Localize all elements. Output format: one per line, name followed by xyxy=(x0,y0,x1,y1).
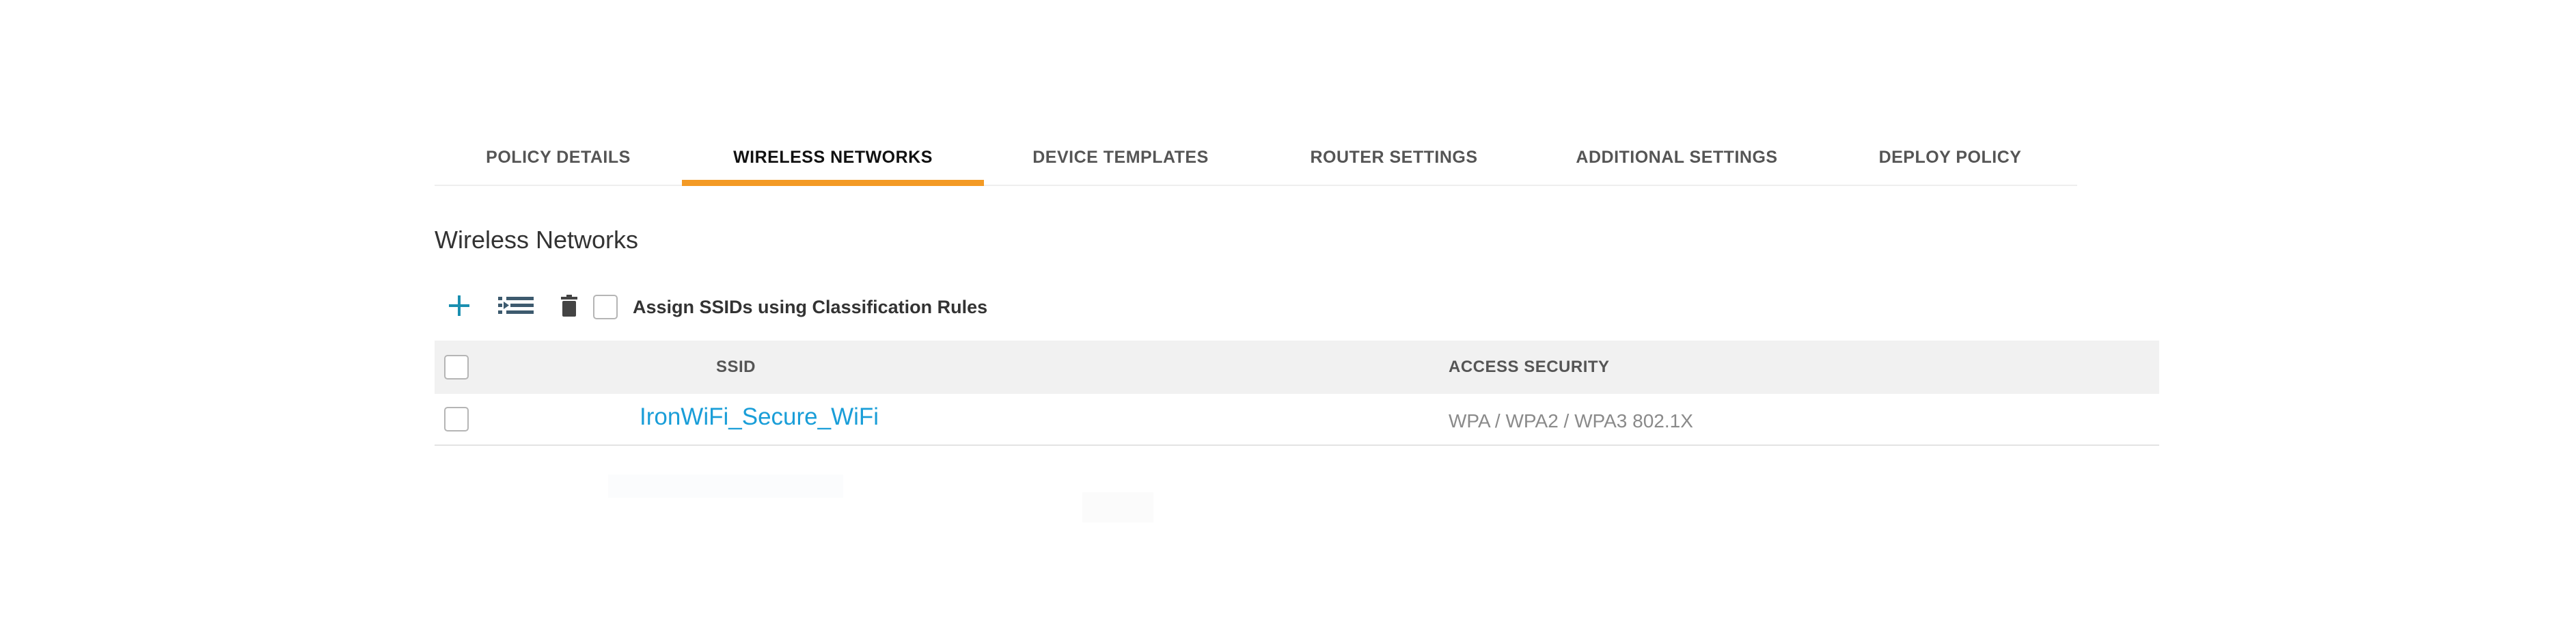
ssid-link[interactable]: IronWiFi_Secure_WiFi xyxy=(640,403,879,431)
access-security-value: WPA / WPA2 / WPA3 802.1X xyxy=(1449,410,1693,431)
faint-placeholder xyxy=(1082,492,1153,522)
tab-device-templates[interactable]: DEVICE TEMPLATES xyxy=(984,130,1257,185)
row-select-cell xyxy=(444,394,469,444)
select-all-checkbox[interactable] xyxy=(444,355,469,380)
faint-placeholder xyxy=(608,475,843,498)
classification-rules-button[interactable] xyxy=(495,290,538,324)
column-header-access-security[interactable]: ACCESS SECURITY xyxy=(1449,341,1610,394)
delete-ssid-button[interactable] xyxy=(559,290,579,324)
select-all-cell xyxy=(444,341,469,394)
section-title: Wireless Networks xyxy=(435,226,639,254)
table-header: SSID ACCESS SECURITY xyxy=(435,341,2159,394)
table-row: IronWiFi_Secure_WiFi WPA / WPA2 / WPA3 8… xyxy=(435,394,2159,446)
assign-ssids-checkbox[interactable] xyxy=(593,295,618,319)
tab-additional-settings[interactable]: ADDITIONAL SETTINGS xyxy=(1531,130,1823,185)
policy-tabs: POLICY DETAILS WIRELESS NETWORKS DEVICE … xyxy=(435,130,2077,186)
policy-editor-page: POLICY DETAILS WIRELESS NETWORKS DEVICE … xyxy=(0,0,2576,638)
tab-wireless-networks[interactable]: WIRELESS NETWORKS xyxy=(682,130,984,186)
tab-policy-details[interactable]: POLICY DETAILS xyxy=(435,130,682,185)
row-checkbox[interactable] xyxy=(444,407,469,431)
trash-icon xyxy=(561,294,577,320)
assign-ssids-label: Assign SSIDs using Classification Rules xyxy=(633,296,988,317)
ssid-table: SSID ACCESS SECURITY IronWiFi_Secure_WiF… xyxy=(435,341,2159,446)
list-arrow-icon xyxy=(498,295,535,320)
plus-icon xyxy=(447,293,471,321)
tab-deploy-policy[interactable]: DEPLOY POLICY xyxy=(1823,130,2077,185)
tab-router-settings[interactable]: ROUTER SETTINGS xyxy=(1257,130,1531,185)
ssid-toolbar: Assign SSIDs using Classification Rules xyxy=(444,290,987,324)
add-ssid-button[interactable] xyxy=(444,290,474,324)
column-header-ssid[interactable]: SSID xyxy=(716,341,756,394)
